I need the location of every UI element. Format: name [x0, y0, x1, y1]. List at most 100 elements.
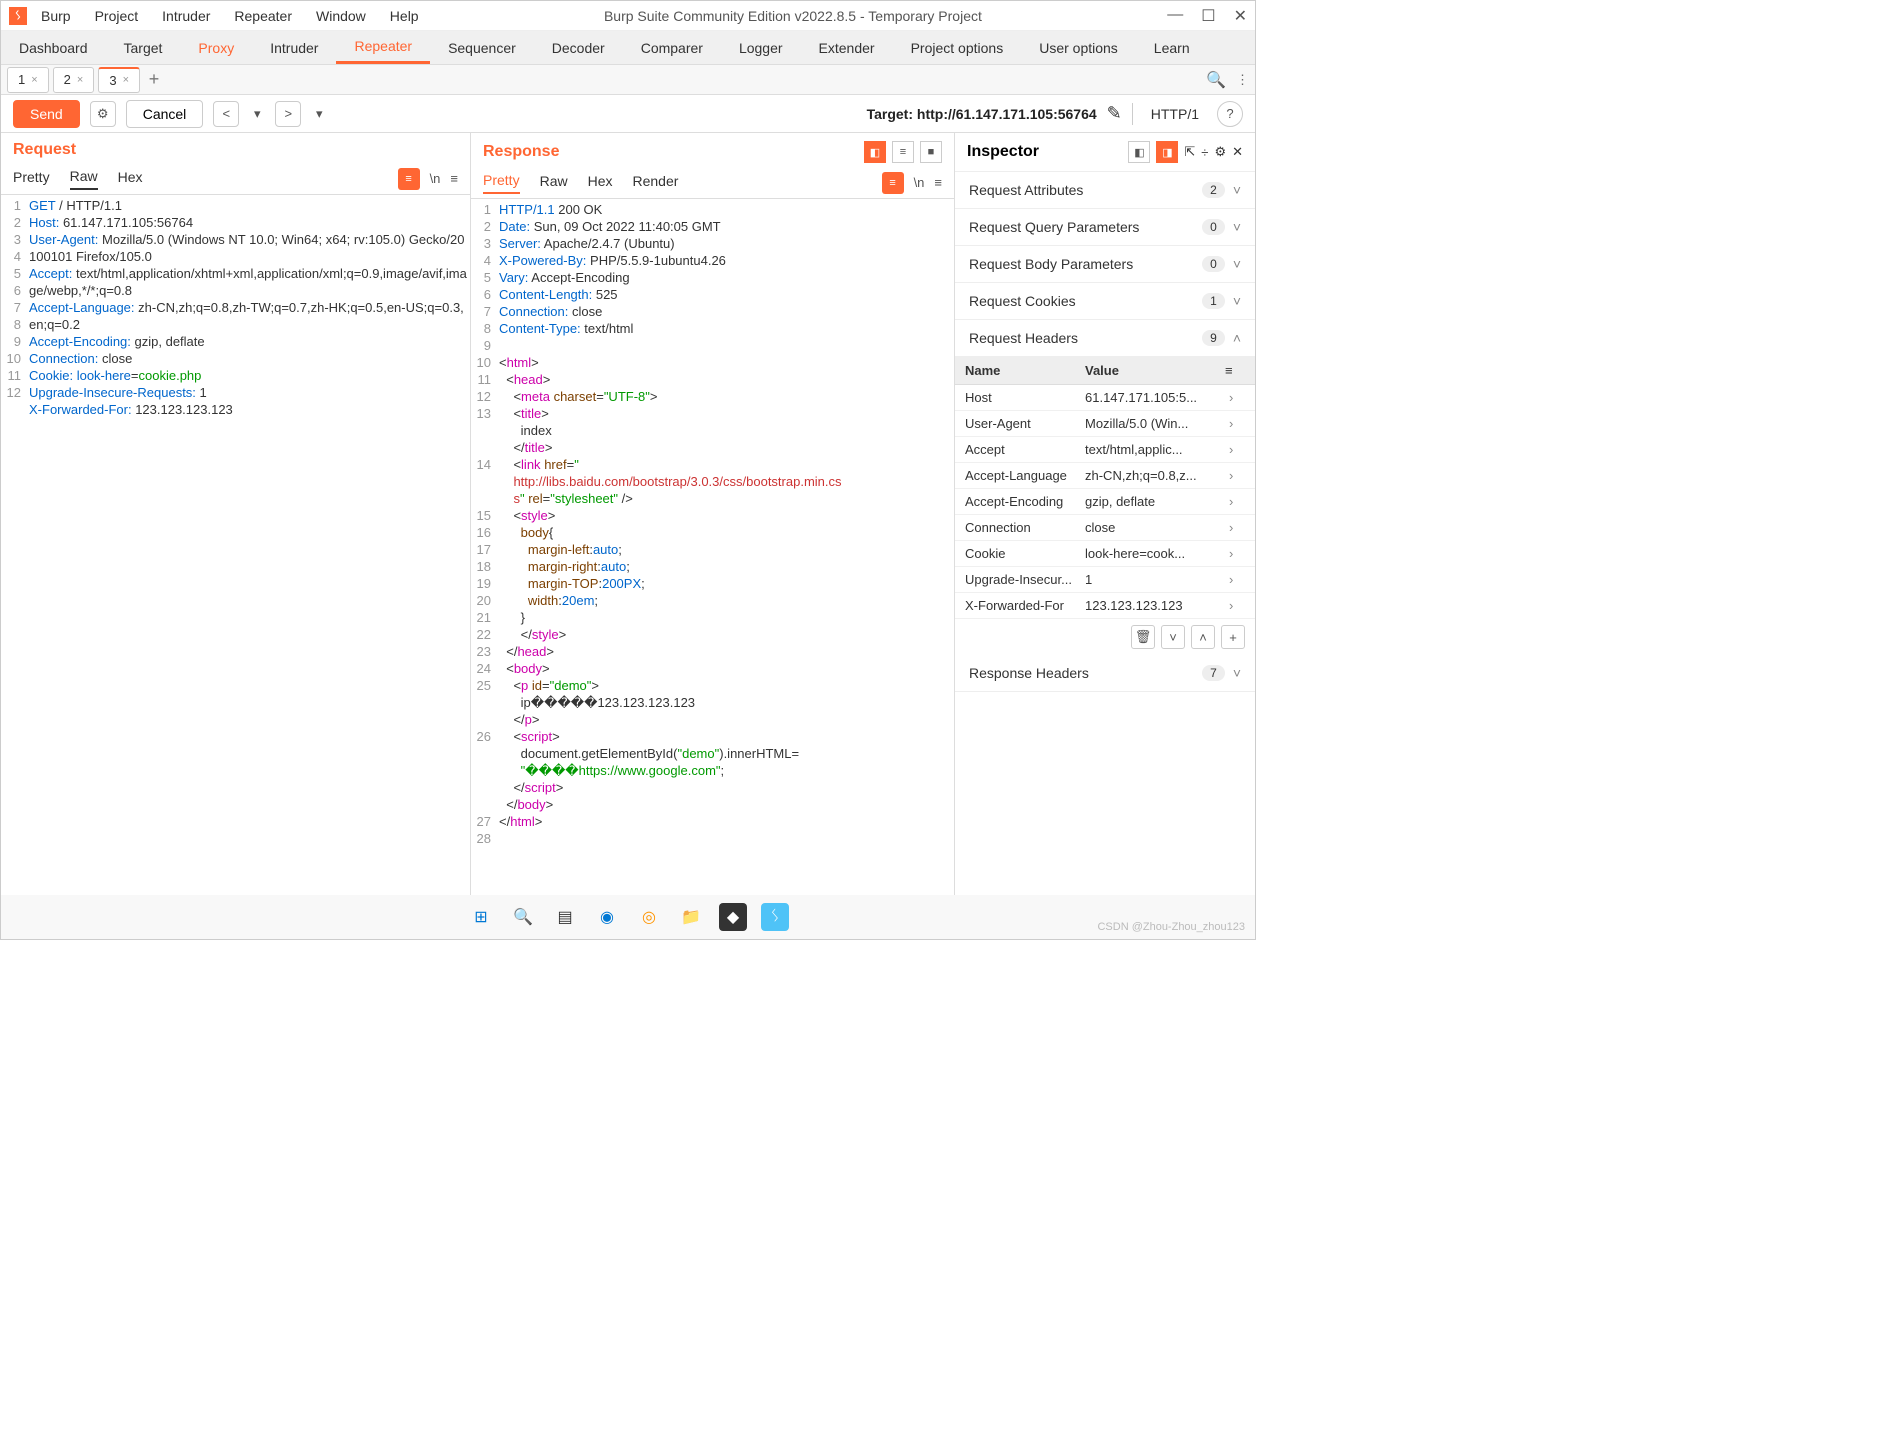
repeater-subtabs: 1 ×2 ×3 × + 🔍 ⋮ [1, 65, 1255, 95]
main-tabs: DashboardTargetProxyIntruderRepeaterSequ… [1, 31, 1255, 65]
view-raw[interactable]: Raw [540, 173, 568, 193]
layout-left-icon[interactable]: ◧ [1128, 141, 1150, 163]
search-taskbar-icon[interactable]: 🔍 [509, 903, 537, 931]
view-render[interactable]: Render [633, 173, 679, 193]
menu-help[interactable]: Help [390, 8, 419, 24]
menu-project[interactable]: Project [95, 8, 139, 24]
gear-icon[interactable]: ⚙ [1214, 144, 1226, 160]
header-row[interactable]: Cookielook-here=cook...› [955, 541, 1255, 567]
hamburger-icon[interactable]: ≡ [934, 175, 942, 190]
header-row[interactable]: Accept-Encodinggzip, deflate› [955, 489, 1255, 515]
http-version[interactable]: HTTP/1 [1143, 106, 1207, 122]
tab-sequencer[interactable]: Sequencer [430, 31, 534, 64]
firefox-icon[interactable]: ◎ [635, 903, 663, 931]
header-row[interactable]: X-Forwarded-For123.123.123.123› [955, 593, 1255, 619]
request-title: Request [13, 141, 76, 159]
tab-project-options[interactable]: Project options [893, 31, 1022, 64]
minimize-icon[interactable]: ― [1167, 6, 1183, 26]
subtab-1[interactable]: 1 × [7, 67, 49, 93]
col-menu-icon[interactable]: ≡ [1225, 363, 1245, 378]
edit-target-icon[interactable]: ✎ [1107, 103, 1122, 124]
back-dropdown[interactable]: ▾ [249, 101, 265, 127]
add-header-icon[interactable]: + [1221, 625, 1245, 649]
collapse-icon[interactable]: ⇱ [1184, 144, 1195, 160]
section-request-headers[interactable]: Request Headers9˄ [955, 320, 1255, 357]
view-hex[interactable]: Hex [588, 173, 613, 193]
maximize-icon[interactable]: ☐ [1201, 6, 1215, 26]
forward-button[interactable]: > [275, 101, 301, 127]
close-icon[interactable]: ✕ [1234, 6, 1247, 26]
newline-icon[interactable]: \n [914, 175, 925, 190]
section-request-cookies[interactable]: Request Cookies1˅ [955, 283, 1255, 320]
back-button[interactable]: < [213, 101, 239, 127]
request-editor[interactable]: 123456789101112 GET / HTTP/1.1Host: 61.1… [1, 195, 470, 895]
subtab-3[interactable]: 3 × [98, 67, 140, 93]
menu-repeater[interactable]: Repeater [234, 8, 292, 24]
gear-icon[interactable]: ⚙ [90, 101, 116, 127]
view-raw[interactable]: Raw [70, 168, 98, 190]
tab-target[interactable]: Target [106, 31, 181, 64]
layout-stack-icon[interactable]: ≡ [892, 141, 914, 163]
add-tab-button[interactable]: + [144, 70, 164, 90]
tab-intruder[interactable]: Intruder [252, 31, 336, 64]
start-icon[interactable]: ⊞ [467, 903, 495, 931]
close-panel-icon[interactable]: ✕ [1232, 144, 1243, 160]
up-icon[interactable]: ˄ [1191, 625, 1215, 649]
inspector-title: Inspector [967, 143, 1039, 161]
hamburger-icon[interactable]: ≡ [450, 171, 458, 186]
layout-split-icon[interactable]: ◧ [864, 141, 886, 163]
forward-dropdown[interactable]: ▾ [311, 101, 327, 127]
app-icon[interactable]: ◆ [719, 903, 747, 931]
layout-right-icon[interactable]: ◨ [1156, 141, 1178, 163]
header-row[interactable]: Accept-Languagezh-CN,zh;q=0.8,z...› [955, 463, 1255, 489]
response-actions-icon[interactable]: ≡ [882, 172, 904, 194]
header-row[interactable]: Upgrade-Insecur...1› [955, 567, 1255, 593]
search-icon[interactable]: 🔍 [1206, 70, 1226, 90]
header-row[interactable]: Accepttext/html,applic...› [955, 437, 1255, 463]
tab-repeater[interactable]: Repeater [336, 31, 430, 64]
menu-window[interactable]: Window [316, 8, 366, 24]
tab-learn[interactable]: Learn [1136, 31, 1208, 64]
send-button[interactable]: Send [13, 100, 80, 128]
section-request-body-parameters[interactable]: Request Body Parameters0˅ [955, 246, 1255, 283]
newline-icon[interactable]: \n [430, 171, 441, 186]
cancel-button[interactable]: Cancel [126, 100, 204, 128]
chevron-down-icon: ˅ [1233, 182, 1241, 198]
edge-icon[interactable]: ◉ [593, 903, 621, 931]
layout-full-icon[interactable]: ■ [920, 141, 942, 163]
header-row[interactable]: Connectionclose› [955, 515, 1255, 541]
section-request-query-parameters[interactable]: Request Query Parameters0˅ [955, 209, 1255, 246]
request-panel: Request Pretty Raw Hex ≡ \n ≡ 123456789101… [1, 133, 471, 895]
header-row[interactable]: User-AgentMozilla/5.0 (Win...› [955, 411, 1255, 437]
menu-burp[interactable]: Burp [41, 8, 71, 24]
tab-user-options[interactable]: User options [1021, 31, 1136, 64]
view-pretty[interactable]: Pretty [13, 169, 50, 189]
col-name[interactable]: Name [965, 363, 1085, 378]
header-row[interactable]: Host61.147.171.105:5...› [955, 385, 1255, 411]
tab-extender[interactable]: Extender [801, 31, 893, 64]
tab-decoder[interactable]: Decoder [534, 31, 623, 64]
delete-header-icon[interactable]: 🗑 [1131, 625, 1155, 649]
help-icon[interactable]: ? [1217, 101, 1243, 127]
chevron-down-icon: ˅ [1233, 256, 1241, 272]
tab-comparer[interactable]: Comparer [623, 31, 721, 64]
response-editor[interactable]: 1234567891011121314151617181920212223242… [471, 199, 954, 895]
explorer-icon[interactable]: 📁 [677, 903, 705, 931]
tab-proxy[interactable]: Proxy [180, 31, 252, 64]
menu-intruder[interactable]: Intruder [162, 8, 210, 24]
response-headers-section[interactable]: Response Headers 7 ˅ [955, 655, 1255, 692]
response-title: Response [483, 143, 559, 161]
tab-dashboard[interactable]: Dashboard [1, 31, 106, 64]
view-hex[interactable]: Hex [118, 169, 143, 189]
col-value[interactable]: Value [1085, 363, 1225, 378]
kebab-icon[interactable]: ⋮ [1236, 72, 1249, 88]
burp-taskbar-icon[interactable]: ᛊ [761, 903, 789, 931]
divide-icon[interactable]: ÷ [1201, 145, 1208, 160]
taskview-icon[interactable]: ▤ [551, 903, 579, 931]
view-pretty[interactable]: Pretty [483, 172, 520, 194]
section-request-attributes[interactable]: Request Attributes2˅ [955, 172, 1255, 209]
subtab-2[interactable]: 2 × [53, 67, 95, 93]
down-icon[interactable]: ˅ [1161, 625, 1185, 649]
request-actions-icon[interactable]: ≡ [398, 168, 420, 190]
tab-logger[interactable]: Logger [721, 31, 801, 64]
